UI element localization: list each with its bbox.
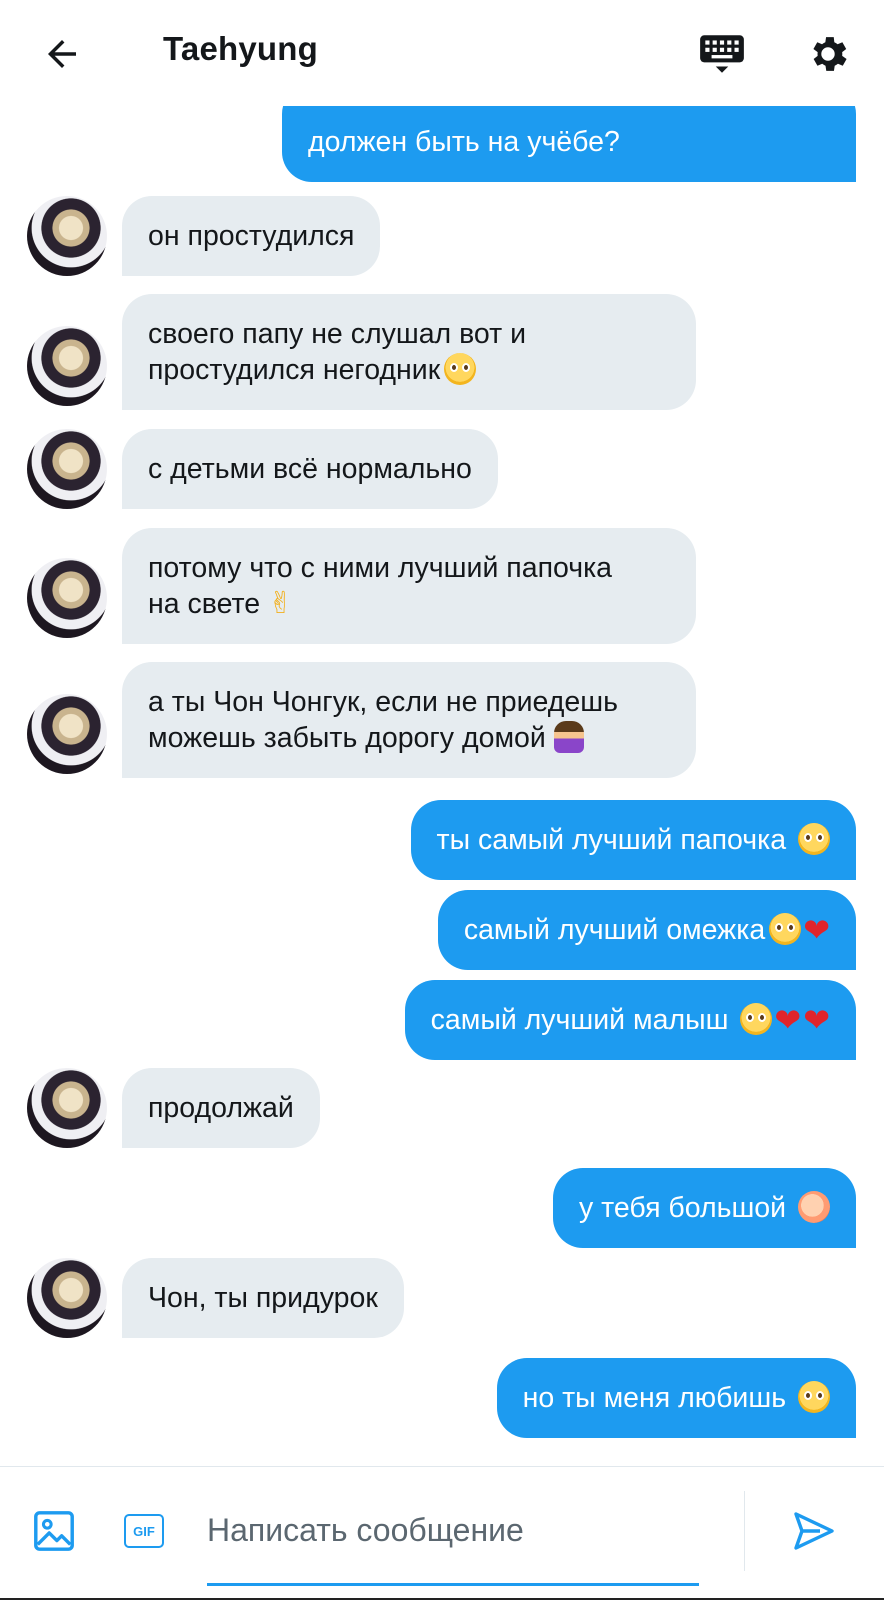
message-text-line: потому что с ними лучший папочка (148, 552, 613, 584)
gear-icon (813, 37, 847, 71)
avatar[interactable] (27, 694, 107, 774)
conversation-title: Taehyung (163, 30, 318, 67)
avatar[interactable] (27, 196, 107, 276)
red-heart-icon: ❤ (803, 1002, 830, 1038)
message-text: он простудился (148, 220, 355, 252)
avatar[interactable] (27, 558, 107, 638)
message-text: ты самый лучший папочка (436, 824, 787, 856)
sent-message[interactable]: самый лучший малыш ❤❤ (404, 980, 856, 1060)
message-text-line: а ты Чон Чонгук, если не приедешь (148, 686, 618, 718)
avatar[interactable] (27, 429, 107, 509)
unamused-face-icon (444, 353, 477, 385)
send-button[interactable] (784, 1501, 844, 1561)
victory-hand-icon: ✌ (268, 587, 294, 620)
avatar[interactable] (27, 326, 107, 406)
received-message[interactable]: а ты Чон Чонгук, если не приедешь можешь… (122, 662, 696, 778)
received-message[interactable]: Чон, ты придурок (122, 1258, 404, 1338)
chat-header: Taehyung (0, 0, 884, 106)
message-text: но ты меня любишь (522, 1382, 787, 1414)
person-shrugging-icon (553, 721, 584, 753)
message-text: самый лучший омежка (463, 914, 766, 946)
input-focus-underline (207, 1583, 699, 1586)
message-text: продолжай (148, 1092, 294, 1124)
message-text: должен быть на учёбе? (308, 126, 620, 158)
gif-icon: GIF (124, 1514, 164, 1548)
message-text-line: простудился негодник (148, 354, 441, 386)
received-message[interactable]: своего папу не слушал вот и простудился … (122, 294, 696, 410)
send-divider (744, 1491, 745, 1571)
message-text-line: на свете (148, 588, 261, 620)
message-text-line: своего папу не слушал вот и (148, 318, 527, 350)
sent-message[interactable]: самый лучший омежка ❤ (437, 890, 856, 970)
image-icon (34, 1511, 74, 1551)
pleading-face-icon (798, 823, 830, 855)
sent-message[interactable]: ты самый лучший папочка (410, 800, 856, 880)
avatar[interactable] (27, 1258, 107, 1338)
message-text: самый лучший малыш (430, 1004, 729, 1036)
received-message[interactable]: с детьми всё нормально (122, 429, 498, 509)
gif-label: GIF (133, 1523, 155, 1539)
peach-icon (798, 1191, 830, 1223)
sent-message[interactable]: должен быть на учёбе? (282, 106, 856, 182)
keyboard-shortcuts-button[interactable] (694, 26, 750, 82)
sent-message[interactable]: но ты меня любишь (496, 1358, 856, 1438)
settings-button[interactable] (800, 26, 856, 82)
pleading-face-icon (769, 913, 802, 945)
send-icon (794, 1512, 834, 1550)
arrow-left-icon (48, 40, 76, 68)
received-message[interactable]: потому что с ними лучший папочка на свет… (122, 528, 696, 644)
red-heart-icon: ❤ (774, 1002, 802, 1038)
keyboard-icon (700, 35, 744, 73)
red-heart-icon: ❤ (803, 912, 830, 948)
message-text: Чон, ты придурок (148, 1282, 378, 1314)
smiling-face-with-hearts-icon (798, 1381, 830, 1413)
received-message[interactable]: он простудился (122, 196, 381, 276)
sent-message[interactable]: у тебя большой (552, 1168, 856, 1248)
message-input[interactable] (207, 1495, 697, 1565)
pleading-face-icon (740, 1003, 773, 1035)
message-composer: GIF (0, 1467, 884, 1600)
message-text-line: можешь забыть дорогу домой (148, 722, 546, 754)
back-button[interactable] (34, 26, 90, 82)
add-image-button[interactable] (26, 1503, 82, 1559)
avatar[interactable] (27, 1068, 107, 1148)
received-message[interactable]: продолжай (122, 1068, 320, 1148)
message-text: у тебя большой (578, 1192, 787, 1224)
message-list[interactable]: должен быть на учёбе? он простудился сво… (0, 106, 884, 1466)
message-text: с детьми всё нормально (148, 453, 472, 485)
add-gif-button[interactable]: GIF (116, 1503, 172, 1559)
